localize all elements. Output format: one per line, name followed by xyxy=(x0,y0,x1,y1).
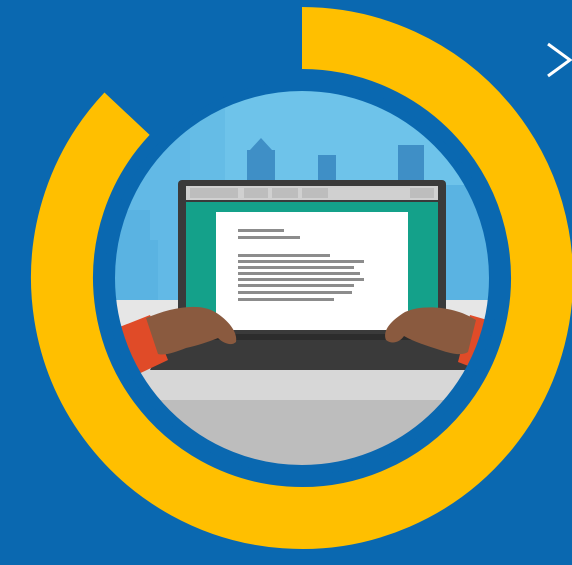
illustration xyxy=(0,0,572,565)
